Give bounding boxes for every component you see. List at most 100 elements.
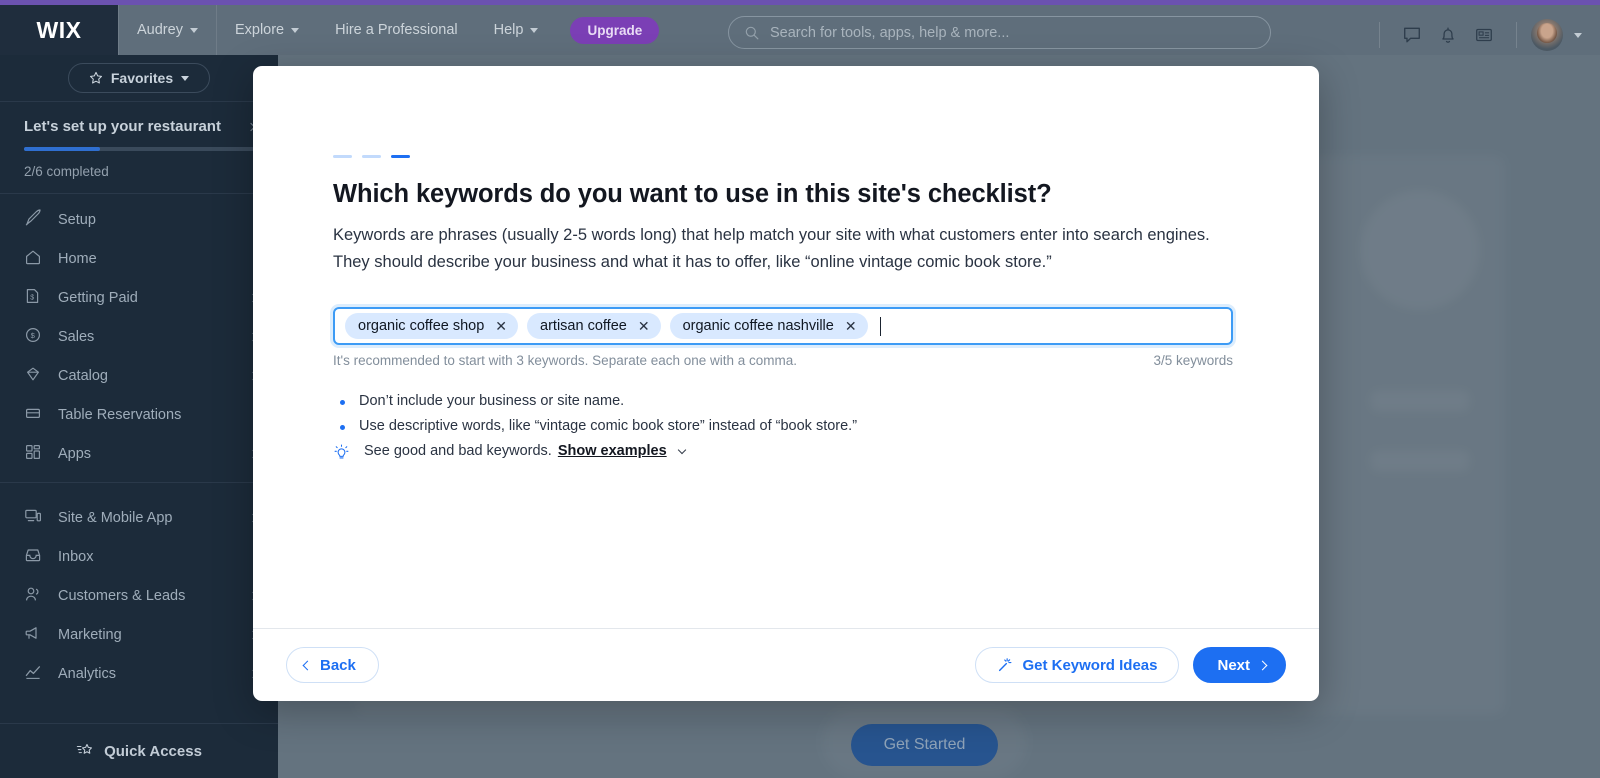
keyword-tag[interactable]: organic coffee shop ✕ [345,313,519,339]
sidebar-nav-secondary: Site & Mobile App Inbox Customers & Leads M… [0,492,278,693]
topnav-item-explore[interactable]: Explore [215,5,317,55]
sidebar-item-analytics[interactable]: Analytics [0,654,278,693]
setup-title-row: Let's set up your restaurant [24,118,256,135]
background-blob [1370,450,1470,472]
sidebar-item-label: Analytics [58,665,117,682]
footer-actions: Get Keyword Ideas Next [975,647,1286,683]
sidebar-item-label: Getting Paid [58,289,138,306]
keyword-count: 3/5 keywords [1153,353,1233,368]
sidebar-nav-primary: Setup Home $ Getting Paid $ Sales Catalog Table… [0,194,278,473]
tip-text: Use descriptive words, like “vintage com… [359,418,858,434]
sidebar-item-customers-leads[interactable]: Customers & Leads [0,576,278,615]
sidebar-item-apps[interactable]: Apps [0,434,278,473]
sidebar-item-setup[interactable]: Setup [0,200,278,239]
favorites-row: Favorites [0,55,278,101]
sidebar-item-table-reservations[interactable]: Table Reservations [0,395,278,434]
next-button[interactable]: Next [1193,647,1286,683]
keywords-modal: Which keywords do you want to use in thi… [253,66,1319,701]
progress-bar-track [24,147,254,151]
sidebar-item-site-mobile-app[interactable]: Site & Mobile App [0,498,278,537]
step-indicator-dot [333,155,352,158]
keyword-tag[interactable]: organic coffee nashville ✕ [669,313,868,339]
sidebar-item-home[interactable]: Home [0,239,278,278]
divider [1379,22,1380,48]
favorites-label: Favorites [110,70,174,86]
show-examples-link[interactable]: Show examples [558,443,667,459]
tip-text: Don’t include your business or site name… [359,393,625,409]
keywords-input[interactable]: organic coffee shop ✕ artisan coffee ✕ organ… [333,307,1233,345]
examples-text-wrap: See good and bad keywords. Show examples [364,443,686,459]
setup-progress-card[interactable]: Let's set up your restaurant 2/6 complet… [0,102,278,193]
search-input[interactable]: Search for tools, apps, help & more... [728,16,1271,49]
svg-text:$: $ [31,331,36,340]
tip-item: Use descriptive words, like “vintage com… [333,418,1239,434]
top-bar: WIX Audrey Explore Hire a Professional H… [0,5,1600,55]
table-icon [24,404,42,426]
field-hint: It's recommended to start with 3 keyword… [333,353,798,368]
sidebar-item-label: Marketing [58,626,122,643]
progress-bar-fill [24,147,100,151]
chevron-down-icon[interactable] [677,445,686,455]
topnav-item-audrey[interactable]: Audrey [118,5,216,55]
devices-icon [24,507,42,529]
remove-keyword-icon[interactable]: ✕ [495,319,507,333]
keyword-tag-label: artisan coffee [540,318,627,334]
topnav-item-help[interactable]: Help [476,5,557,55]
sidebar-item-label: Sales [58,328,95,345]
page-title: Which keywords do you want to use in thi… [333,180,1052,208]
quick-access-button[interactable]: Quick Access [0,723,278,778]
sidebar-item-marketing[interactable]: Marketing [0,615,278,654]
upgrade-button[interactable]: Upgrade [570,16,660,44]
topnav-label: Explore [234,22,285,38]
get-started-button[interactable]: Get Started [851,724,998,766]
quick-access-label: Quick Access [104,742,202,760]
keyword-tag[interactable]: artisan coffee ✕ [527,313,661,339]
sidebar-item-label: Setup [58,211,96,228]
magic-wand-icon [999,658,1012,672]
divider [1516,22,1517,48]
back-button[interactable]: Back [286,647,379,683]
apps-icon [24,443,42,465]
step-indicator-dot [362,155,381,158]
chevron-down-icon [291,27,300,33]
chevron-right-icon [1257,660,1268,670]
setup-progress-text: 2/6 completed [24,164,109,179]
app-root: Get Started WIX Audrey Explore Hire a Pr… [0,0,1600,778]
remove-keyword-icon[interactable]: ✕ [638,319,650,333]
bullet-icon [340,400,345,405]
sidebar-item-label: Home [58,250,97,267]
sidebar-item-sales[interactable]: $ Sales [0,317,278,356]
keyword-tag-label: organic coffee shop [358,318,485,334]
examples-text: See good and bad keywords. [364,443,552,459]
divider [0,482,278,483]
tip-item: Don’t include your business or site name… [333,393,1239,409]
avatar[interactable] [1531,19,1563,51]
news-icon[interactable] [1466,17,1502,53]
sidebar-item-catalog[interactable]: Catalog [0,356,278,395]
background-blob [1370,390,1470,412]
modal-body: Which keywords do you want to use in thi… [253,66,1319,461]
people-icon [24,585,42,607]
examples-row: See good and bad keywords. Show examples [333,443,1239,461]
dollar-circle-icon: $ [24,326,42,348]
sidebar-item-label: Table Reservations [58,406,182,423]
sidebar-item-label: Site & Mobile App [58,509,173,526]
catalog-icon [24,365,42,387]
wix-logo[interactable]: WIX [0,5,118,55]
chevron-down-icon[interactable] [1574,32,1582,38]
bell-icon[interactable] [1430,17,1466,53]
topnav-label: Hire a Professional [335,22,458,38]
favorites-button[interactable]: Favorites [67,63,211,93]
sidebar-item-getting-paid[interactable]: $ Getting Paid [0,278,278,317]
bullet-icon [340,425,345,430]
chat-icon[interactable] [1394,17,1430,53]
remove-keyword-icon[interactable]: ✕ [845,319,857,333]
sidebar-item-inbox[interactable]: Inbox [0,537,278,576]
sidebar-item-label: Apps [58,445,92,462]
keyword-tag-label: organic coffee nashville [682,318,834,334]
chevron-down-icon [181,75,190,81]
get-keyword-ideas-button[interactable]: Get Keyword Ideas [975,647,1180,683]
chevron-left-icon [302,660,313,670]
home-icon [24,248,42,270]
topnav-item-hire-a-professional[interactable]: Hire a Professional [317,5,476,55]
